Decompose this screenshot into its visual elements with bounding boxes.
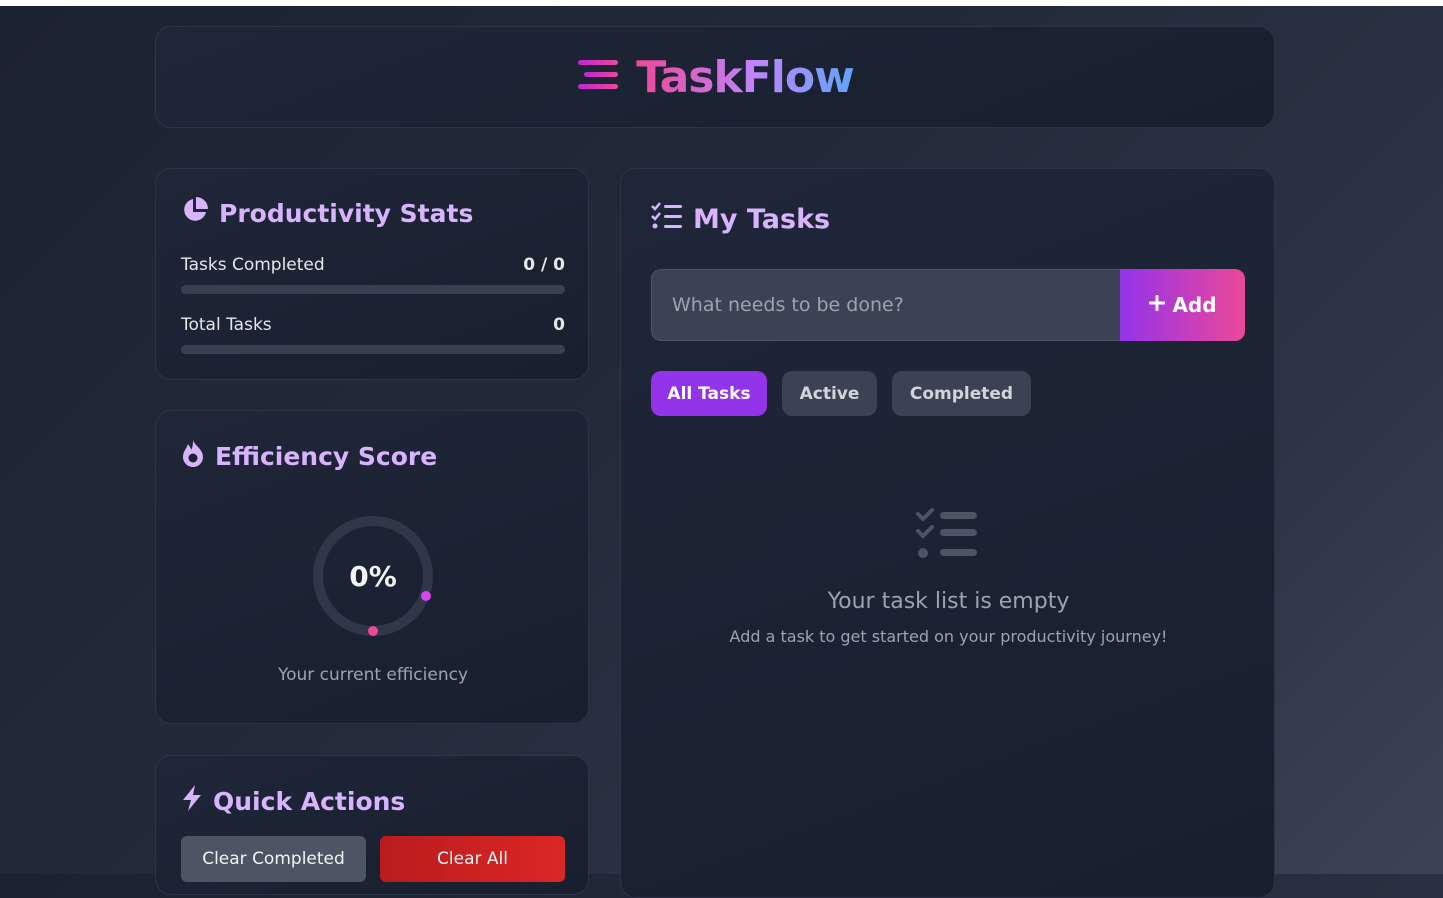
empty-state-subtitle: Add a task to get started on your produc… bbox=[729, 627, 1168, 646]
my-tasks-card: My Tasks What needs to be done? Add All … bbox=[620, 168, 1275, 898]
stat-label: Total Tasks bbox=[181, 315, 272, 335]
stats-title: Productivity Stats bbox=[181, 196, 473, 230]
add-task-label: Add bbox=[1172, 293, 1217, 317]
bolt-icon bbox=[181, 784, 203, 818]
filter-completed[interactable]: Completed bbox=[892, 371, 1031, 416]
stat-value: 0 / 0 bbox=[523, 255, 565, 275]
stat-row-total-tasks: Total Tasks 0 bbox=[181, 315, 565, 335]
fire-icon bbox=[181, 439, 205, 473]
filter-active[interactable]: Active bbox=[782, 371, 877, 416]
quick-actions-card: Quick Actions Clear Completed Clear All bbox=[155, 755, 589, 895]
clear-completed-button[interactable]: Clear Completed bbox=[181, 836, 366, 882]
clear-all-button[interactable]: Clear All bbox=[380, 836, 565, 882]
app-header: TaskFlow bbox=[155, 26, 1275, 128]
my-tasks-title-text: My Tasks bbox=[693, 204, 831, 235]
productivity-stats-card: Productivity Stats Tasks Completed 0 / 0… bbox=[155, 168, 589, 380]
total-tasks-progress-bar bbox=[181, 345, 565, 354]
empty-list-icon bbox=[915, 507, 979, 565]
bars-icon bbox=[576, 56, 622, 98]
empty-state-title: Your task list is empty bbox=[827, 589, 1070, 614]
efficiency-caption: Your current efficiency bbox=[277, 665, 469, 685]
my-tasks-title: My Tasks bbox=[651, 202, 830, 237]
app-title: TaskFlow bbox=[636, 51, 854, 103]
efficiency-score-card: Efficiency Score 0% Your current efficie… bbox=[155, 410, 589, 724]
pie-chart-icon bbox=[181, 196, 209, 230]
browser-top-strip bbox=[0, 0, 1443, 6]
new-task-input[interactable]: What needs to be done? bbox=[651, 269, 1121, 341]
tasks-completed-progress-bar bbox=[181, 285, 565, 294]
stats-title-text: Productivity Stats bbox=[219, 198, 474, 228]
efficiency-ring: 0% bbox=[311, 514, 435, 638]
filter-all-tasks[interactable]: All Tasks bbox=[651, 371, 767, 416]
new-task-input-placeholder: What needs to be done? bbox=[672, 294, 904, 316]
task-list-icon bbox=[651, 202, 683, 237]
quick-actions-title: Quick Actions bbox=[181, 784, 405, 818]
add-task-button[interactable]: Add bbox=[1120, 269, 1245, 341]
efficiency-title-text: Efficiency Score bbox=[215, 441, 438, 471]
quick-actions-title-text: Quick Actions bbox=[213, 786, 406, 816]
stat-value: 0 bbox=[553, 315, 565, 335]
brand: TaskFlow bbox=[156, 27, 1274, 127]
efficiency-score-value: 0% bbox=[349, 559, 397, 593]
stat-row-tasks-completed: Tasks Completed 0 / 0 bbox=[181, 255, 565, 275]
plus-icon bbox=[1148, 293, 1166, 317]
stat-label: Tasks Completed bbox=[181, 255, 325, 275]
efficiency-title: Efficiency Score bbox=[181, 439, 437, 473]
